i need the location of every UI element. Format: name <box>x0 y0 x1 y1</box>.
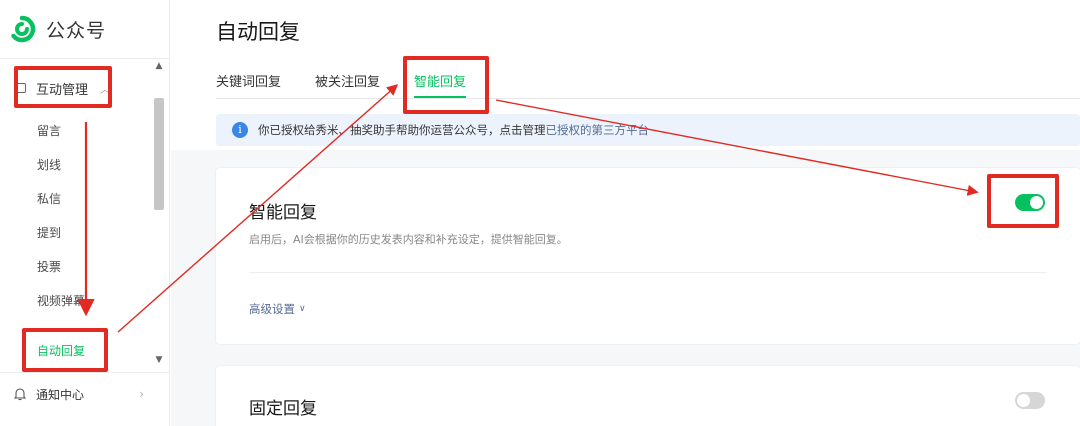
toggle-knob <box>1030 196 1043 209</box>
sidebar-divider <box>0 58 170 59</box>
sidebar-item-notifications[interactable]: 通知中心 › <box>14 382 144 406</box>
sidebar-item-auto-reply[interactable]: 自动回复 <box>37 341 85 361</box>
fixed-reply-title: 固定回复 <box>249 399 317 419</box>
info-banner: i 你已授权给秀米、抽奖助手帮助你运营公众号，点击管理 已授权的第三方平台 <box>216 114 1080 146</box>
authorized-platforms-link[interactable]: 已授权的第三方平台 <box>546 122 650 138</box>
wechat-mp-logo-icon <box>11 15 36 43</box>
tab-follow-reply[interactable]: 被关注回复 <box>315 72 380 98</box>
advanced-settings-button[interactable]: 高级设置 ∨ <box>249 301 306 317</box>
fixed-reply-card: 固定回复 <box>216 366 1080 426</box>
tabs-underline <box>216 98 1080 99</box>
chevron-right-icon: › <box>139 387 144 401</box>
sidebar-group-label: 互动管理 <box>36 82 89 98</box>
sidebar-item-video-danmaku[interactable]: 视频弹幕 <box>37 291 85 311</box>
tab-keyword-reply[interactable]: 关键词回复 <box>216 72 281 98</box>
tab-smart-reply[interactable]: 智能回复 <box>414 72 467 98</box>
scroll-thumb[interactable] <box>154 98 164 210</box>
smart-reply-description: 启用后，AI会根据你的历史发表内容和补充设定，提供智能回复。 <box>249 233 568 246</box>
page-title: 自动回复 <box>216 20 300 44</box>
bell-icon <box>14 388 26 401</box>
scroll-down-icon[interactable]: ▼ <box>152 354 166 366</box>
info-icon: i <box>232 122 248 138</box>
sidebar: 公众号 互动管理 ︿ 留言 划线 私信 提到 投票 视频弹幕 自动回复 ▲ ▼ … <box>0 0 170 426</box>
sidebar-item-messages[interactable]: 私信 <box>37 189 61 209</box>
advanced-settings-label: 高级设置 <box>249 302 295 316</box>
scroll-up-icon[interactable]: ▲ <box>152 60 166 72</box>
notifications-label: 通知中心 <box>36 387 85 402</box>
sidebar-item-votes[interactable]: 投票 <box>37 257 61 277</box>
toggle-knob <box>1017 394 1030 407</box>
chevron-down-icon: ∨ <box>299 304 306 314</box>
sidebar-scrollbar[interactable]: ▲ ▼ <box>152 60 166 366</box>
brand-name: 公众号 <box>46 19 107 42</box>
brand[interactable]: 公众号 <box>8 12 106 46</box>
tab-bar: 关键词回复 被关注回复 智能回复 <box>216 72 500 98</box>
sidebar-item-underline[interactable]: 划线 <box>37 155 61 175</box>
sidebar-divider-bottom <box>0 372 170 373</box>
smart-reply-toggle[interactable] <box>1015 194 1045 211</box>
sidebar-item-comments[interactable]: 留言 <box>37 121 61 141</box>
chevron-up-icon: ︿ <box>100 84 111 96</box>
info-text: 你已授权给秀米、抽奖助手帮助你运营公众号，点击管理 <box>258 123 546 137</box>
chat-bubble-icon <box>14 83 26 93</box>
card-divider <box>249 272 1047 273</box>
sidebar-item-mentions[interactable]: 提到 <box>37 223 61 243</box>
fixed-reply-toggle[interactable] <box>1015 392 1045 409</box>
smart-reply-card: 智能回复 启用后，AI会根据你的历史发表内容和补充设定，提供智能回复。 高级设置… <box>216 168 1080 344</box>
sidebar-group-interaction[interactable]: 互动管理 ︿ <box>14 72 110 104</box>
smart-reply-title: 智能回复 <box>249 203 317 223</box>
